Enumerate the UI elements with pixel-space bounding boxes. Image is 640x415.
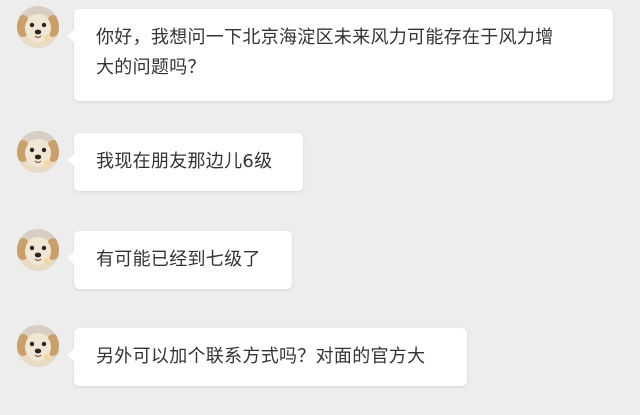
message-bubble[interactable]: 你好，我想问一下北京海淀区未来风力可能存在于风力增 大的问题吗？ xyxy=(67,9,613,101)
message-bubble[interactable]: 另外可以加个联系方式吗？对面的官方大 xyxy=(67,328,467,386)
dog-avatar[interactable] xyxy=(17,229,59,271)
puppy-face-icon xyxy=(17,131,59,173)
puppy-face-icon xyxy=(17,229,59,271)
puppy-face-icon xyxy=(17,325,59,367)
message-bubble[interactable]: 我现在朋友那边儿6级 xyxy=(67,133,303,191)
message-bubble[interactable]: 有可能已经到七级了 xyxy=(67,231,292,289)
dog-avatar[interactable] xyxy=(17,131,59,173)
dog-avatar[interactable] xyxy=(17,6,59,48)
puppy-face-icon xyxy=(17,6,59,48)
dog-avatar[interactable] xyxy=(17,325,59,367)
chat-thread: 你好，我想问一下北京海淀区未来风力可能存在于风力增 大的问题吗？ 我现在朋友那边… xyxy=(0,0,640,415)
